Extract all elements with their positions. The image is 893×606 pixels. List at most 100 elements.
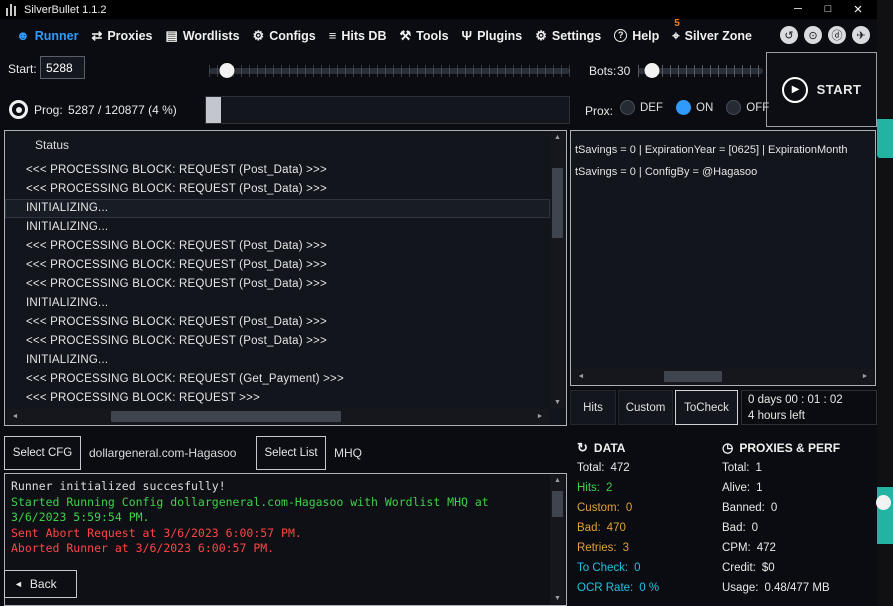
tab-tocheck[interactable]: ToCheck — [675, 390, 738, 425]
stat-value: 472 — [757, 542, 776, 554]
menu-item-icon: ? — [614, 29, 627, 42]
status-row[interactable]: <<< PROCESSING BLOCK: REQUEST (Post_Data… — [5, 161, 550, 180]
menu-item-label: Runner — [35, 29, 79, 43]
radio-icon — [620, 100, 635, 115]
scroll-down-icon[interactable]: ▼ — [550, 595, 565, 602]
menu-item-plugins[interactable]: Ψ Plugins — [462, 28, 523, 43]
select-cfg-button[interactable]: Select CFG — [4, 436, 81, 470]
prox-option-on[interactable]: ON — [676, 100, 713, 115]
runner-log-scrollbar[interactable]: ▲ ▼ — [550, 475, 565, 604]
telegram-icon[interactable]: ✈ — [852, 26, 870, 44]
menu-item-label: Plugins — [477, 29, 522, 43]
prox-option-off[interactable]: OFF — [726, 100, 769, 115]
status-horizontal-scrollbar[interactable]: ◄ ► — [6, 409, 549, 424]
back-button[interactable]: ◄ Back — [4, 570, 77, 598]
menu-item-label: Hits DB — [341, 29, 386, 43]
stat-label: Retries: — [577, 542, 617, 554]
menu-item-help[interactable]: ? Help — [614, 29, 659, 43]
close-button[interactable]: × — [843, 0, 873, 19]
status-vscroll-thumb[interactable] — [552, 168, 563, 238]
menu-item-icon: ⚒ — [399, 28, 411, 44]
menu-item-silver-zone[interactable]: ⌖ Silver Zone 5 — [672, 28, 752, 44]
data-refresh-icon: ↻ — [577, 440, 588, 456]
menu-item-settings[interactable]: ⚙ Settings — [535, 28, 601, 44]
scroll-down-icon[interactable]: ▼ — [550, 399, 565, 406]
stat-label: Bad: — [577, 522, 601, 534]
status-row[interactable]: <<< PROCESSING BLOCK: REQUEST (Post_Data… — [5, 275, 550, 294]
status-row[interactable]: <<< PROCESSING BLOCK: REQUEST (Post_Data… — [5, 332, 550, 351]
history-icon[interactable]: ↺ — [780, 26, 798, 44]
maximize-button[interactable]: □ — [813, 0, 843, 19]
menu-item-icon: ⚙ — [253, 28, 265, 44]
window-controls: ─ □ × — [783, 0, 873, 19]
screenshot-icon[interactable]: ⊙ — [804, 26, 822, 44]
menu-bar: ☻ Runner ⇄ Proxies ▤ Wordlists ⚙ Configs… — [0, 19, 877, 52]
discord-icon[interactable]: ⓓ — [828, 26, 846, 44]
status-log: <<< PROCESSING BLOCK: REQUEST (Post_Data… — [5, 161, 550, 408]
start-slider[interactable] — [209, 62, 570, 80]
app-logo-icon — [6, 4, 16, 16]
menu-item-runner[interactable]: ☻ Runner — [16, 28, 78, 43]
start-button[interactable]: ▶ START — [766, 52, 877, 127]
status-row[interactable]: <<< PROCESSING BLOCK: REQUEST (Post_Data… — [5, 256, 550, 275]
status-row-text: <<< PROCESSING BLOCK: REQUEST >>> — [26, 392, 260, 404]
status-row[interactable]: <<< PROCESSING BLOCK: REQUEST (Get_Payme… — [5, 370, 550, 389]
scroll-up-icon[interactable]: ▲ — [550, 477, 565, 484]
stat-row: Retries: 3 — [577, 538, 715, 558]
scroll-up-icon[interactable]: ▲ — [550, 134, 565, 141]
log-line: Sent Abort Request at 3/6/2023 6:00:57 P… — [11, 526, 544, 542]
scroll-left-icon[interactable]: ◄ — [574, 369, 588, 384]
stat-value: 1 — [756, 482, 762, 494]
menu-item-tools[interactable]: ⚒ Tools — [399, 28, 448, 44]
menu-item-icon: ⌖ — [672, 28, 679, 44]
status-row[interactable]: <<< PROCESSING BLOCK: REQUEST (Post_Data… — [5, 237, 550, 256]
status-row[interactable]: INITIALIZING... — [5, 199, 550, 218]
stat-label: To Check: — [577, 562, 628, 574]
stat-row: Credit: $0 — [722, 558, 878, 578]
status-hscroll-thumb[interactable] — [111, 411, 341, 422]
tab-label: Custom — [626, 402, 666, 414]
radio-label: ON — [696, 102, 713, 114]
prox-option-def[interactable]: DEF — [620, 100, 663, 115]
status-row[interactable]: <<< PROCESSING BLOCK: REQUEST (Post_Data… — [5, 180, 550, 199]
stat-value: 0 % — [639, 582, 659, 594]
start-button-label: START — [817, 82, 862, 97]
start-input[interactable] — [40, 56, 85, 79]
menu-item-proxies[interactable]: ⇄ Proxies — [91, 28, 152, 44]
start-slider-thumb[interactable] — [220, 63, 235, 78]
minimize-button[interactable]: ─ — [783, 0, 813, 19]
scroll-right-icon[interactable]: ► — [533, 409, 547, 424]
menu-item-hits-db[interactable]: ≡ Hits DB — [329, 28, 387, 43]
menu-item-wordlists[interactable]: ▤ Wordlists — [166, 28, 240, 44]
gauge-icon: ◷ — [722, 440, 733, 456]
log-line: Runner initialized succesfully! — [11, 479, 544, 495]
corner-icon-group: ↺ ⊙ ⓓ ✈ — [780, 26, 870, 44]
menu-item-configs[interactable]: ⚙ Configs — [253, 28, 316, 44]
status-row[interactable]: INITIALIZING... — [5, 351, 550, 370]
scroll-right-icon[interactable]: ► — [858, 369, 872, 384]
radio-icon — [676, 100, 691, 115]
proxies-section-title: PROXIES & PERF — [739, 441, 840, 455]
log-line: Aborted Runner at 3/6/2023 6:00:57 PM. — [11, 541, 544, 557]
status-vertical-scrollbar[interactable]: ▲ ▼ — [550, 132, 565, 408]
background-window-circle — [876, 495, 891, 510]
progress-indicator-icon — [9, 100, 28, 119]
corner-icon-glyph: ✈ — [856, 29, 865, 42]
runner-log-scroll-thumb[interactable] — [552, 491, 563, 517]
scroll-left-icon[interactable]: ◄ — [8, 409, 22, 424]
status-row[interactable]: INITIALIZING... — [5, 218, 550, 237]
back-arrow-icon: ◄ — [14, 579, 23, 589]
tab-hits[interactable]: Hits — [570, 390, 616, 425]
log-line: Started Running Config dollargeneral.com… — [11, 495, 544, 526]
bots-slider-thumb[interactable] — [644, 63, 659, 78]
select-list-button[interactable]: Select List — [256, 436, 326, 470]
detail-hscroll-thumb[interactable] — [664, 371, 722, 382]
tab-custom[interactable]: Custom — [618, 390, 673, 425]
progress-bar — [205, 96, 570, 124]
status-row[interactable]: <<< PROCESSING BLOCK: REQUEST >>> — [5, 389, 550, 408]
status-row[interactable]: INITIALIZING... — [5, 294, 550, 313]
status-row[interactable]: <<< PROCESSING BLOCK: REQUEST (Post_Data… — [5, 313, 550, 332]
detail-horizontal-scrollbar[interactable]: ◄ ► — [572, 369, 874, 384]
bots-slider[interactable] — [638, 62, 763, 80]
tab-label: Hits — [583, 402, 603, 414]
